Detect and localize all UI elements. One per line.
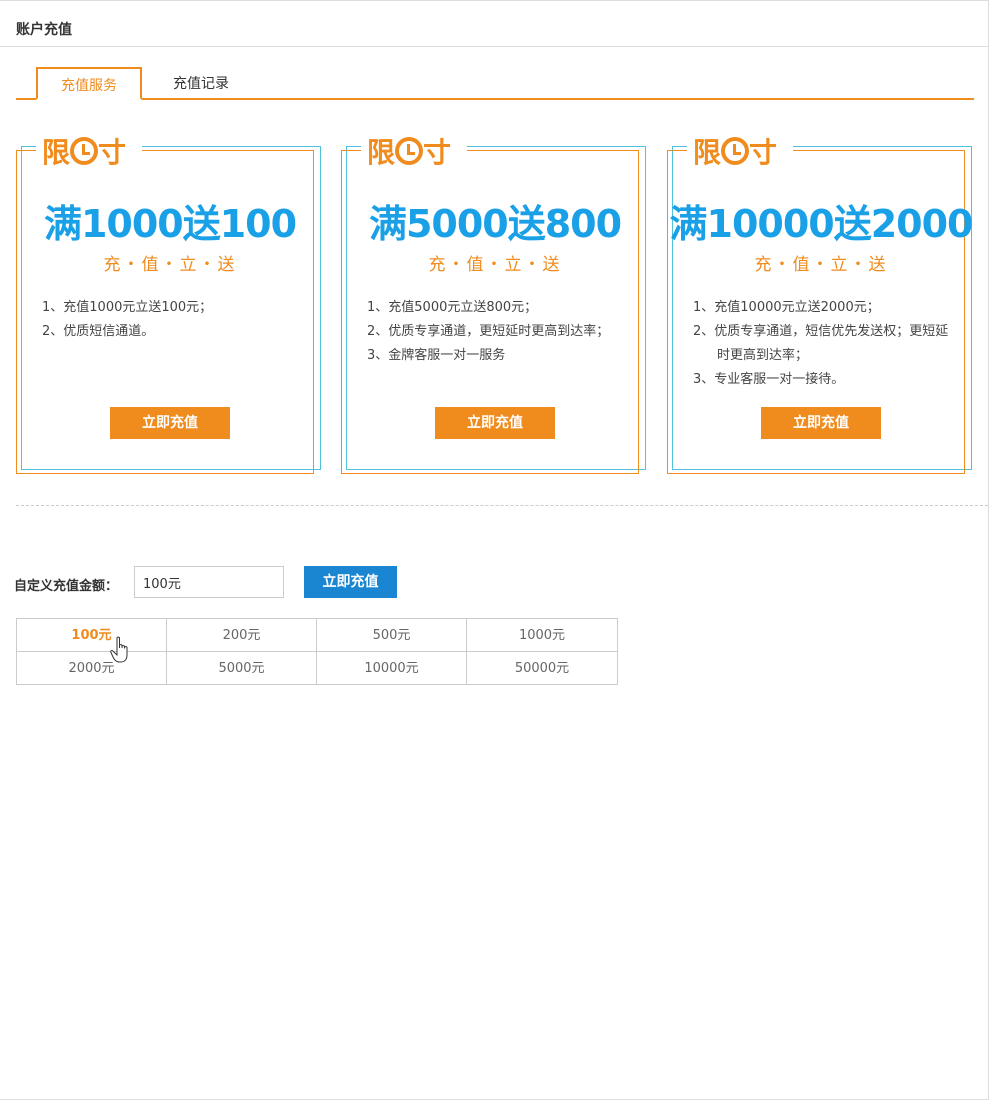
amount-option[interactable]: 500元 — [317, 619, 467, 652]
clock-icon — [721, 137, 750, 165]
package-headline: 满10000送2000 — [669, 202, 974, 246]
amount-option[interactable]: 2000元 — [17, 652, 167, 685]
package-benefits: 1、充值10000元立送2000元； 2、优质专享通道，短信优先发送权；更短延时… — [693, 296, 961, 392]
package-card-10000: 限寸 满10000送2000 充・值・立・送 1、充值10000元立送2000元… — [667, 137, 975, 478]
limited-time-badge: 限寸 — [36, 137, 142, 170]
benefit-item: 2、优质短信通道。 — [42, 324, 155, 339]
package-tagline: 充・值・立・送 — [103, 255, 237, 275]
benefit-item: 1、充值10000元立送2000元； — [693, 300, 880, 315]
package-headline: 满1000送100 — [43, 202, 297, 246]
recharge-now-button[interactable]: 立即充值 — [761, 407, 881, 439]
package-benefits: 1、充值5000元立送800元； 2、优质专享通道，更短延时更高到达率； 3、金… — [367, 296, 635, 368]
custom-amount-input[interactable] — [134, 566, 284, 598]
benefit-item: 1、充值1000元立送100元； — [42, 300, 213, 315]
benefit-item: 3、专业客服一对一接待。 — [693, 372, 845, 387]
page-title: 账户充值 — [16, 22, 72, 38]
amount-option[interactable]: 50000元 — [467, 652, 617, 685]
package-benefits: 1、充值1000元立送100元； 2、优质短信通道。 — [42, 296, 310, 344]
package-tagline: 充・值・立・送 — [428, 255, 562, 275]
tab-recharge-records[interactable]: 充值记录 — [154, 67, 248, 98]
tab-recharge-service[interactable]: 充值服务 — [36, 67, 142, 100]
custom-recharge-button[interactable]: 立即充值 — [304, 566, 397, 598]
hand-cursor-icon — [110, 636, 128, 663]
clock-icon — [70, 137, 99, 165]
package-tagline: 充・值・立・送 — [754, 255, 888, 275]
benefit-item: 2、优质专享通道，更短延时更高到达率； — [367, 324, 610, 339]
clock-icon — [395, 137, 424, 165]
recharge-now-button[interactable]: 立即充值 — [435, 407, 555, 439]
benefit-item: 1、充值5000元立送800元； — [367, 300, 538, 315]
amount-option[interactable]: 5000元 — [167, 652, 317, 685]
limited-time-badge: 限寸 — [687, 137, 793, 170]
recharge-now-button[interactable]: 立即充值 — [110, 407, 230, 439]
package-headline: 满5000送800 — [368, 202, 622, 246]
tab-bar: 充值服务 充值记录 — [16, 67, 974, 100]
package-card-5000: 限寸 满5000送800 充・值・立・送 1、充值5000元立送800元； 2、… — [341, 137, 649, 478]
amount-option[interactable]: 200元 — [167, 619, 317, 652]
custom-amount-label: 自定义充值金额： — [14, 579, 119, 594]
amount-option[interactable]: 10000元 — [317, 652, 467, 685]
amount-option-selected[interactable]: 100元 — [17, 619, 167, 652]
amount-grid: 100元 200元 500元 1000元 2000元 5000元 10000元 … — [16, 618, 618, 685]
benefit-item: 2、优质专享通道，短信优先发送权；更短延时更高到达率； — [693, 324, 949, 363]
page-header: 账户充值 — [0, 0, 989, 47]
benefit-item: 3、金牌客服一对一服务 — [367, 348, 506, 363]
section-divider — [16, 505, 988, 506]
package-card-1000: 限寸 满1000送100 充・值・立・送 1、充值1000元立送100元； 2、… — [16, 137, 324, 478]
limited-time-badge: 限寸 — [361, 137, 467, 170]
amount-option[interactable]: 1000元 — [467, 619, 617, 652]
